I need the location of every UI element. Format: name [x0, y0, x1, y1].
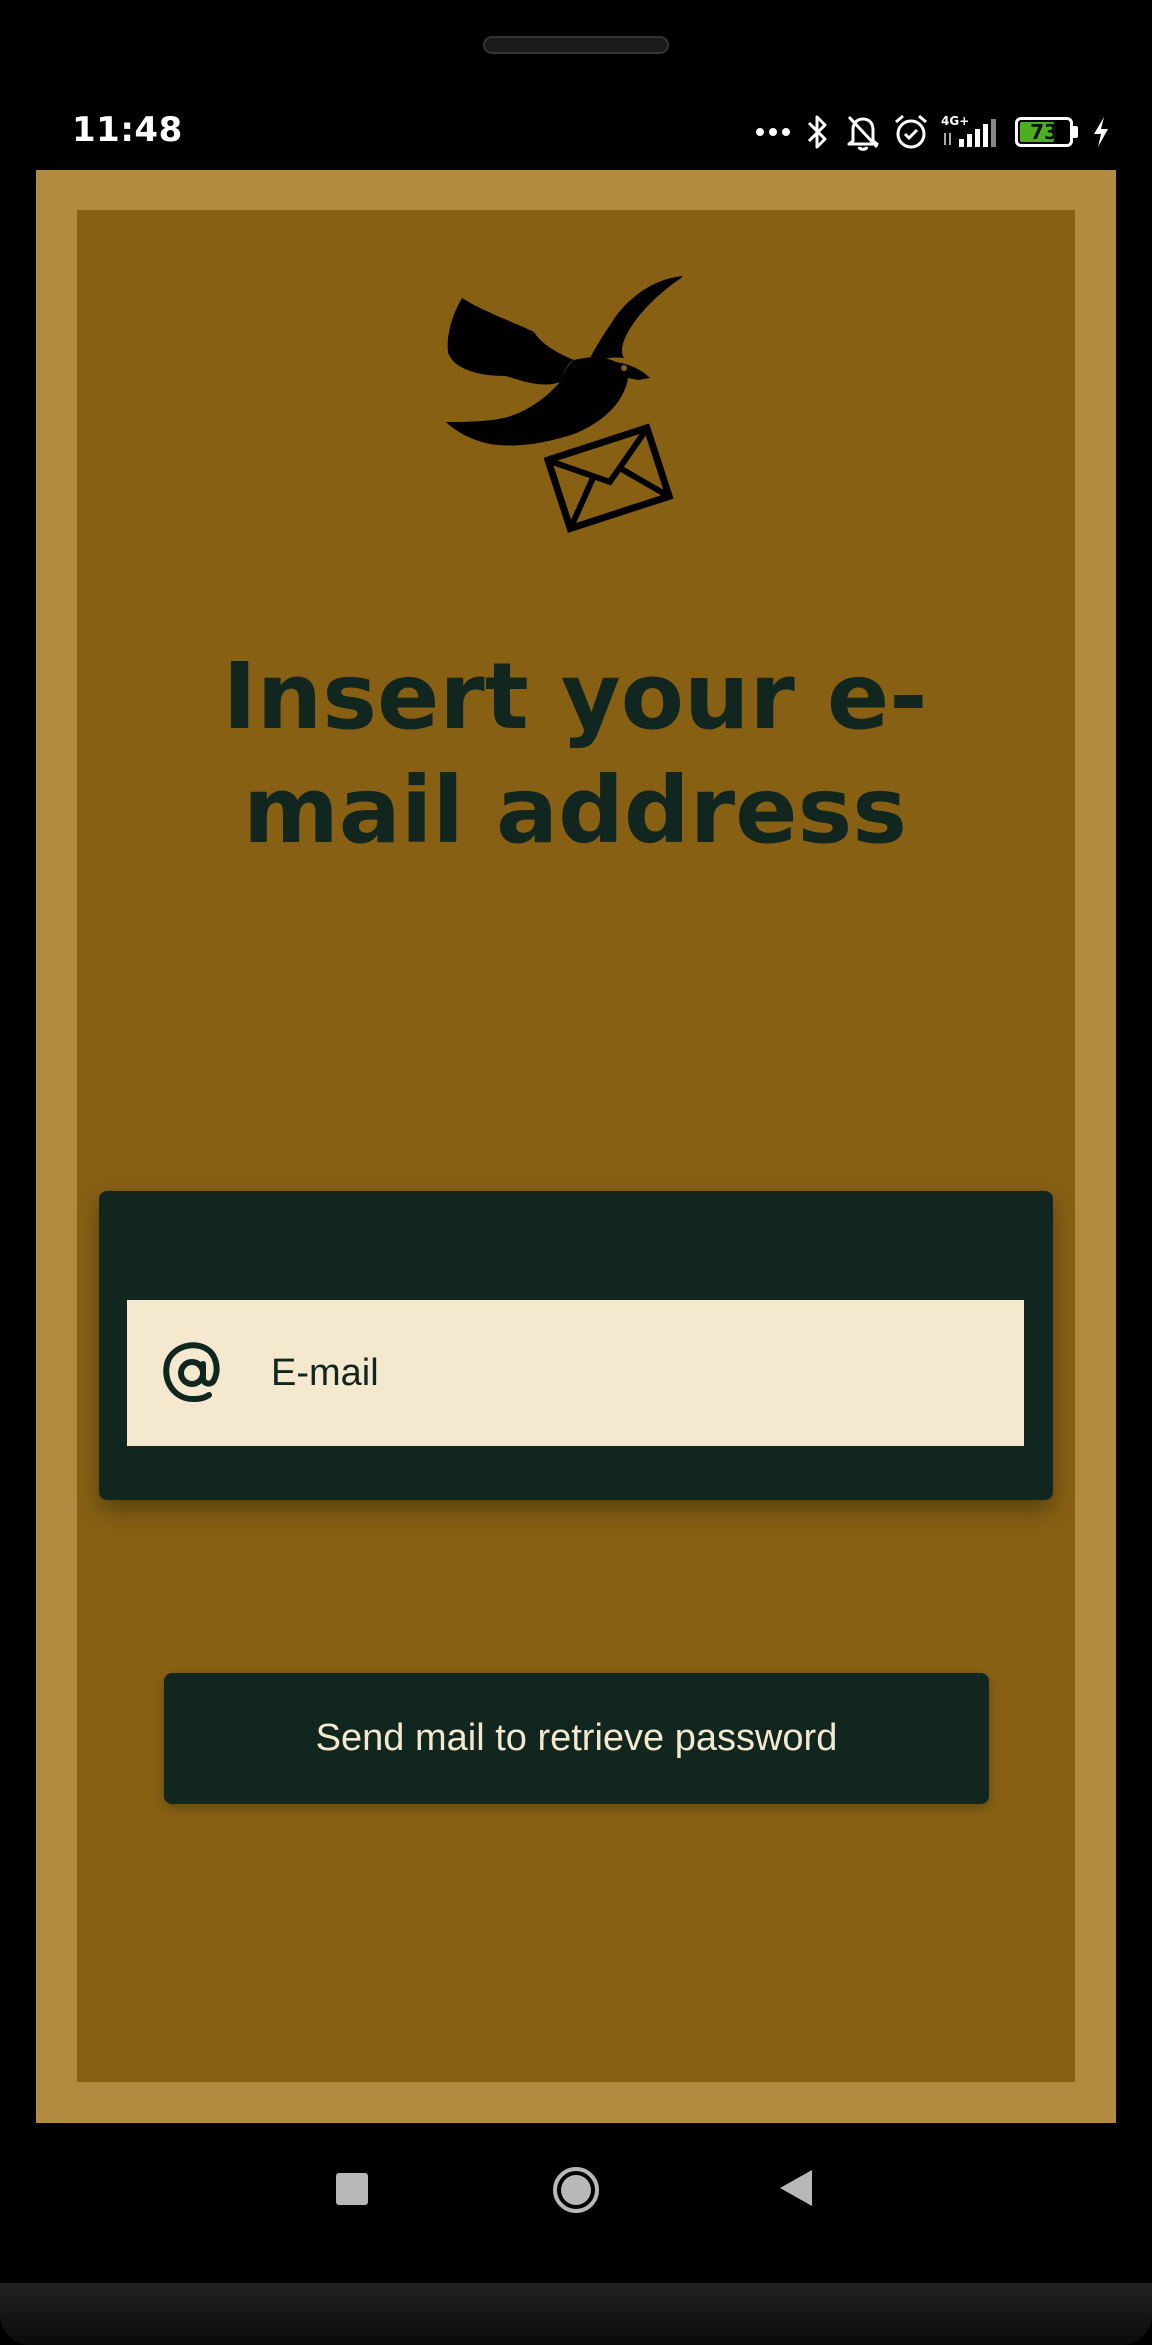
status-time: 11:48	[72, 110, 183, 150]
email-input[interactable]	[269, 1350, 973, 1396]
more-dots-icon	[756, 128, 790, 136]
navigation-bar	[0, 2123, 1152, 2283]
alarm-icon	[895, 114, 927, 149]
battery-nub	[1073, 126, 1078, 138]
charging-icon	[1094, 117, 1108, 147]
dove-with-envelope-icon	[446, 276, 682, 533]
battery-body: 73	[1015, 117, 1073, 147]
battery-percent: 73	[1030, 120, 1058, 144]
back-icon[interactable]	[778, 2168, 814, 2208]
signal-icon: 4G+	[941, 114, 996, 147]
email-form-card	[99, 1191, 1053, 1500]
network-type-label: 4G+	[941, 114, 969, 128]
recent-apps-icon[interactable]	[336, 2173, 368, 2205]
battery-icon: 73	[1015, 117, 1078, 147]
send-mail-button[interactable]: Send mail to retrieve password	[164, 1673, 989, 1804]
earpiece-speaker	[483, 36, 669, 54]
status-icons: 4G+ 73	[755, 108, 1112, 156]
page-title: Insert your e-mail address	[222, 643, 928, 864]
at-sign-icon	[163, 1342, 220, 1402]
bluetooth-icon	[807, 115, 827, 149]
home-icon[interactable]	[551, 2165, 601, 2215]
bottom-bezel	[0, 2283, 1152, 2345]
email-field[interactable]	[127, 1300, 1024, 1446]
bell-off-icon	[847, 115, 879, 151]
status-bar: 11:48 4G+ 73	[0, 100, 1152, 164]
device-frame: 11:48 4G+ 73 Insert your e-mail address …	[0, 0, 1152, 2345]
